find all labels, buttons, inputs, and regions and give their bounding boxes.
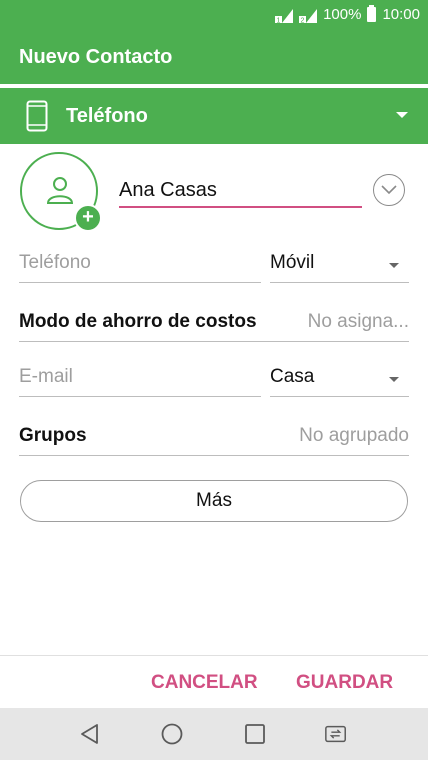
phone-icon (26, 100, 48, 132)
battery-icon (367, 5, 377, 22)
navigation-bar (0, 708, 428, 760)
sim2-label: 2 (301, 17, 305, 23)
name-field[interactable]: Ana Casas (119, 176, 362, 208)
battery-percent: 100% (323, 6, 362, 23)
phone-type-value: Móvil (270, 252, 315, 273)
account-label: Teléfono (66, 104, 148, 127)
home-icon[interactable] (160, 722, 184, 746)
email-placeholder: E-mail (19, 366, 73, 387)
chevron-down-icon (396, 112, 408, 118)
account-selector[interactable]: Teléfono (0, 88, 428, 144)
phone-type-select[interactable]: Móvil (270, 250, 409, 283)
action-bar: CANCELAR GUARDAR (0, 655, 428, 709)
cost-saving-value: No asigna... (307, 311, 409, 332)
phone-placeholder: Teléfono (19, 252, 91, 273)
name-value: Ana Casas (119, 179, 217, 201)
groups-label: Grupos (19, 425, 87, 446)
more-button[interactable]: Más (20, 480, 408, 522)
recent-apps-icon[interactable] (243, 722, 267, 746)
expand-name-button[interactable] (373, 174, 405, 206)
person-icon (46, 177, 74, 204)
back-icon[interactable] (78, 722, 102, 746)
groups-row[interactable]: Grupos No agrupado (19, 423, 409, 456)
add-photo-icon: + (74, 204, 102, 232)
cost-saving-row[interactable]: Modo de ahorro de costos No asigna... (19, 309, 409, 342)
status-bar: 1 2 100% 10:00 (0, 0, 428, 32)
phone-field[interactable]: Teléfono (19, 250, 261, 283)
dropdown-caret-icon (389, 263, 399, 268)
app-bar: Nuevo Contacto (0, 32, 428, 84)
chevron-down-icon (381, 185, 397, 195)
switch-sim-icon[interactable] (324, 722, 348, 746)
page-title: Nuevo Contacto (19, 46, 173, 68)
groups-value: No agrupado (299, 425, 409, 446)
save-button[interactable]: GUARDAR (296, 672, 393, 694)
contact-photo-button[interactable]: + (20, 152, 102, 232)
sim1-label: 1 (277, 17, 281, 23)
signal-sim1-icon: 1 (275, 7, 294, 23)
cancel-button[interactable]: CANCELAR (151, 672, 258, 694)
signal-sim2-icon: 2 (299, 7, 318, 23)
clock: 10:00 (382, 6, 420, 23)
dropdown-caret-icon (389, 377, 399, 382)
cost-saving-label: Modo de ahorro de costos (19, 311, 257, 332)
email-field[interactable]: E-mail (19, 364, 261, 397)
email-type-select[interactable]: Casa (270, 364, 409, 397)
status-icons: 1 2 100% 10:00 (275, 5, 420, 23)
email-type-value: Casa (270, 366, 315, 387)
